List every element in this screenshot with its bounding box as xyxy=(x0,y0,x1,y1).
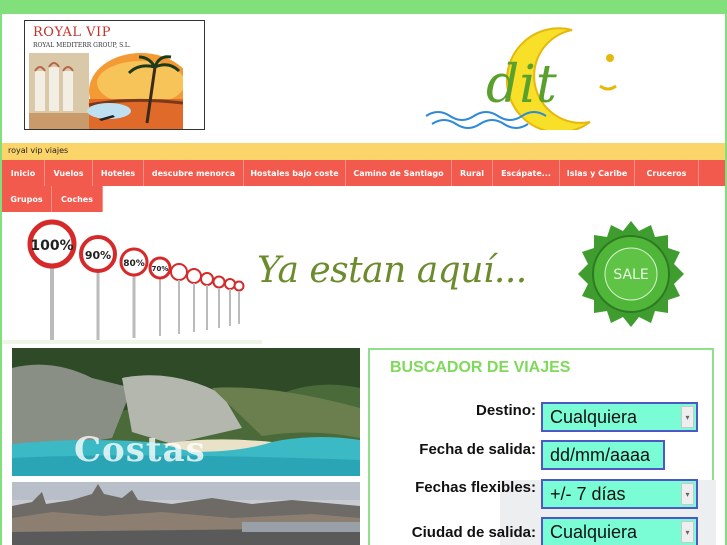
svg-text:90%: 90% xyxy=(85,249,111,262)
fechas-flexibles-value: +/- 7 días xyxy=(550,483,626,504)
svg-text:100%: 100% xyxy=(30,238,73,254)
page-frame: ROYAL VIP ROYAL MEDITERR GROUP, S.L. dit xyxy=(2,14,725,545)
sign-100: 100% xyxy=(27,219,77,342)
banner-tagline: Ya estan aquí... xyxy=(257,250,527,291)
destino-value: Cualquiera xyxy=(550,406,638,427)
logo-subtitle: ROYAL MEDITERR GROUP, S.L. xyxy=(33,42,131,49)
city-photo xyxy=(12,482,360,545)
nav-item-camino-santiago[interactable]: Camino de Santiago xyxy=(346,160,452,186)
nav-item-inicio[interactable]: Inicio xyxy=(2,160,45,186)
svg-text:80%: 80% xyxy=(123,259,145,269)
sign-90: 90% xyxy=(79,235,117,340)
sale-seal-badge: SALE xyxy=(578,221,684,327)
sign-70: 70% xyxy=(148,256,172,336)
search-title: BUSCADOR DE VIAJES xyxy=(390,359,571,376)
chevron-down-icon: ▾ xyxy=(681,521,694,543)
promo-costas[interactable]: Costas xyxy=(12,348,360,476)
dit-logo-text: dit xyxy=(486,55,557,115)
fecha-salida-placeholder: dd/mm/aaaa xyxy=(550,444,651,465)
site-title-strip: royal vip viajes xyxy=(2,143,725,160)
sale-text: SALE xyxy=(613,267,648,283)
costas-label: Costas xyxy=(74,430,206,470)
ciudad-salida-label: Ciudad de salida: xyxy=(411,524,536,541)
fechas-flexibles-select[interactable]: +/- 7 días ▾ xyxy=(541,479,698,509)
logo-title: ROYAL VIP xyxy=(33,25,111,40)
promo-city[interactable] xyxy=(12,482,360,545)
trip-search-form: BUSCADOR DE VIAJES Destino: Cualquiera ▾… xyxy=(368,348,716,545)
beach-collage-image xyxy=(29,53,183,129)
svg-text:70%: 70% xyxy=(152,265,169,273)
nav-item-descubre-menorca[interactable]: descubre menorca xyxy=(144,160,244,186)
nav-item-rural[interactable]: Rural xyxy=(452,160,493,186)
nav-item-coches[interactable]: Coches xyxy=(52,186,103,212)
destino-select[interactable]: Cualquiera ▾ xyxy=(541,402,698,432)
chevron-down-icon: ▾ xyxy=(681,406,694,428)
nav-item-escapate[interactable]: Escápate... xyxy=(493,160,560,186)
chevron-down-icon: ▾ xyxy=(681,483,694,505)
site-title: royal vip viajes xyxy=(8,146,69,155)
nav-item-vuelos[interactable]: Vuelos xyxy=(45,160,93,186)
nav-filler xyxy=(699,160,725,186)
discount-signs-image: 100% 90% 80% 70% xyxy=(2,219,262,344)
nav-item-grupos[interactable]: Grupos xyxy=(2,186,52,212)
sign-80: 80% xyxy=(119,247,149,338)
nav-item-hostales[interactable]: Hostales bajo coste xyxy=(244,160,346,186)
royal-vip-logo[interactable]: ROYAL VIP ROYAL MEDITERR GROUP, S.L. xyxy=(24,20,205,130)
nav-item-islas-caribe[interactable]: Islas y Caribe xyxy=(560,160,635,186)
ciudad-salida-value: Cualquiera xyxy=(550,521,638,542)
destino-label: Destino: xyxy=(476,402,536,419)
nav-item-cruceros[interactable]: Cruceros xyxy=(635,160,699,186)
dit-moon-logo[interactable]: dit xyxy=(422,20,642,130)
nav-item-hoteles[interactable]: Hoteles xyxy=(93,160,144,186)
fechas-flexibles-label: Fechas flexibles: xyxy=(415,479,536,496)
fecha-salida-input[interactable]: dd/mm/aaaa xyxy=(541,440,665,470)
fecha-salida-label: Fecha de salida: xyxy=(419,441,536,458)
ciudad-salida-select[interactable]: Cualquiera ▾ xyxy=(541,517,698,545)
sale-banner[interactable]: 100% 90% 80% 70% Ya estan aquí... SALE xyxy=(2,214,725,344)
